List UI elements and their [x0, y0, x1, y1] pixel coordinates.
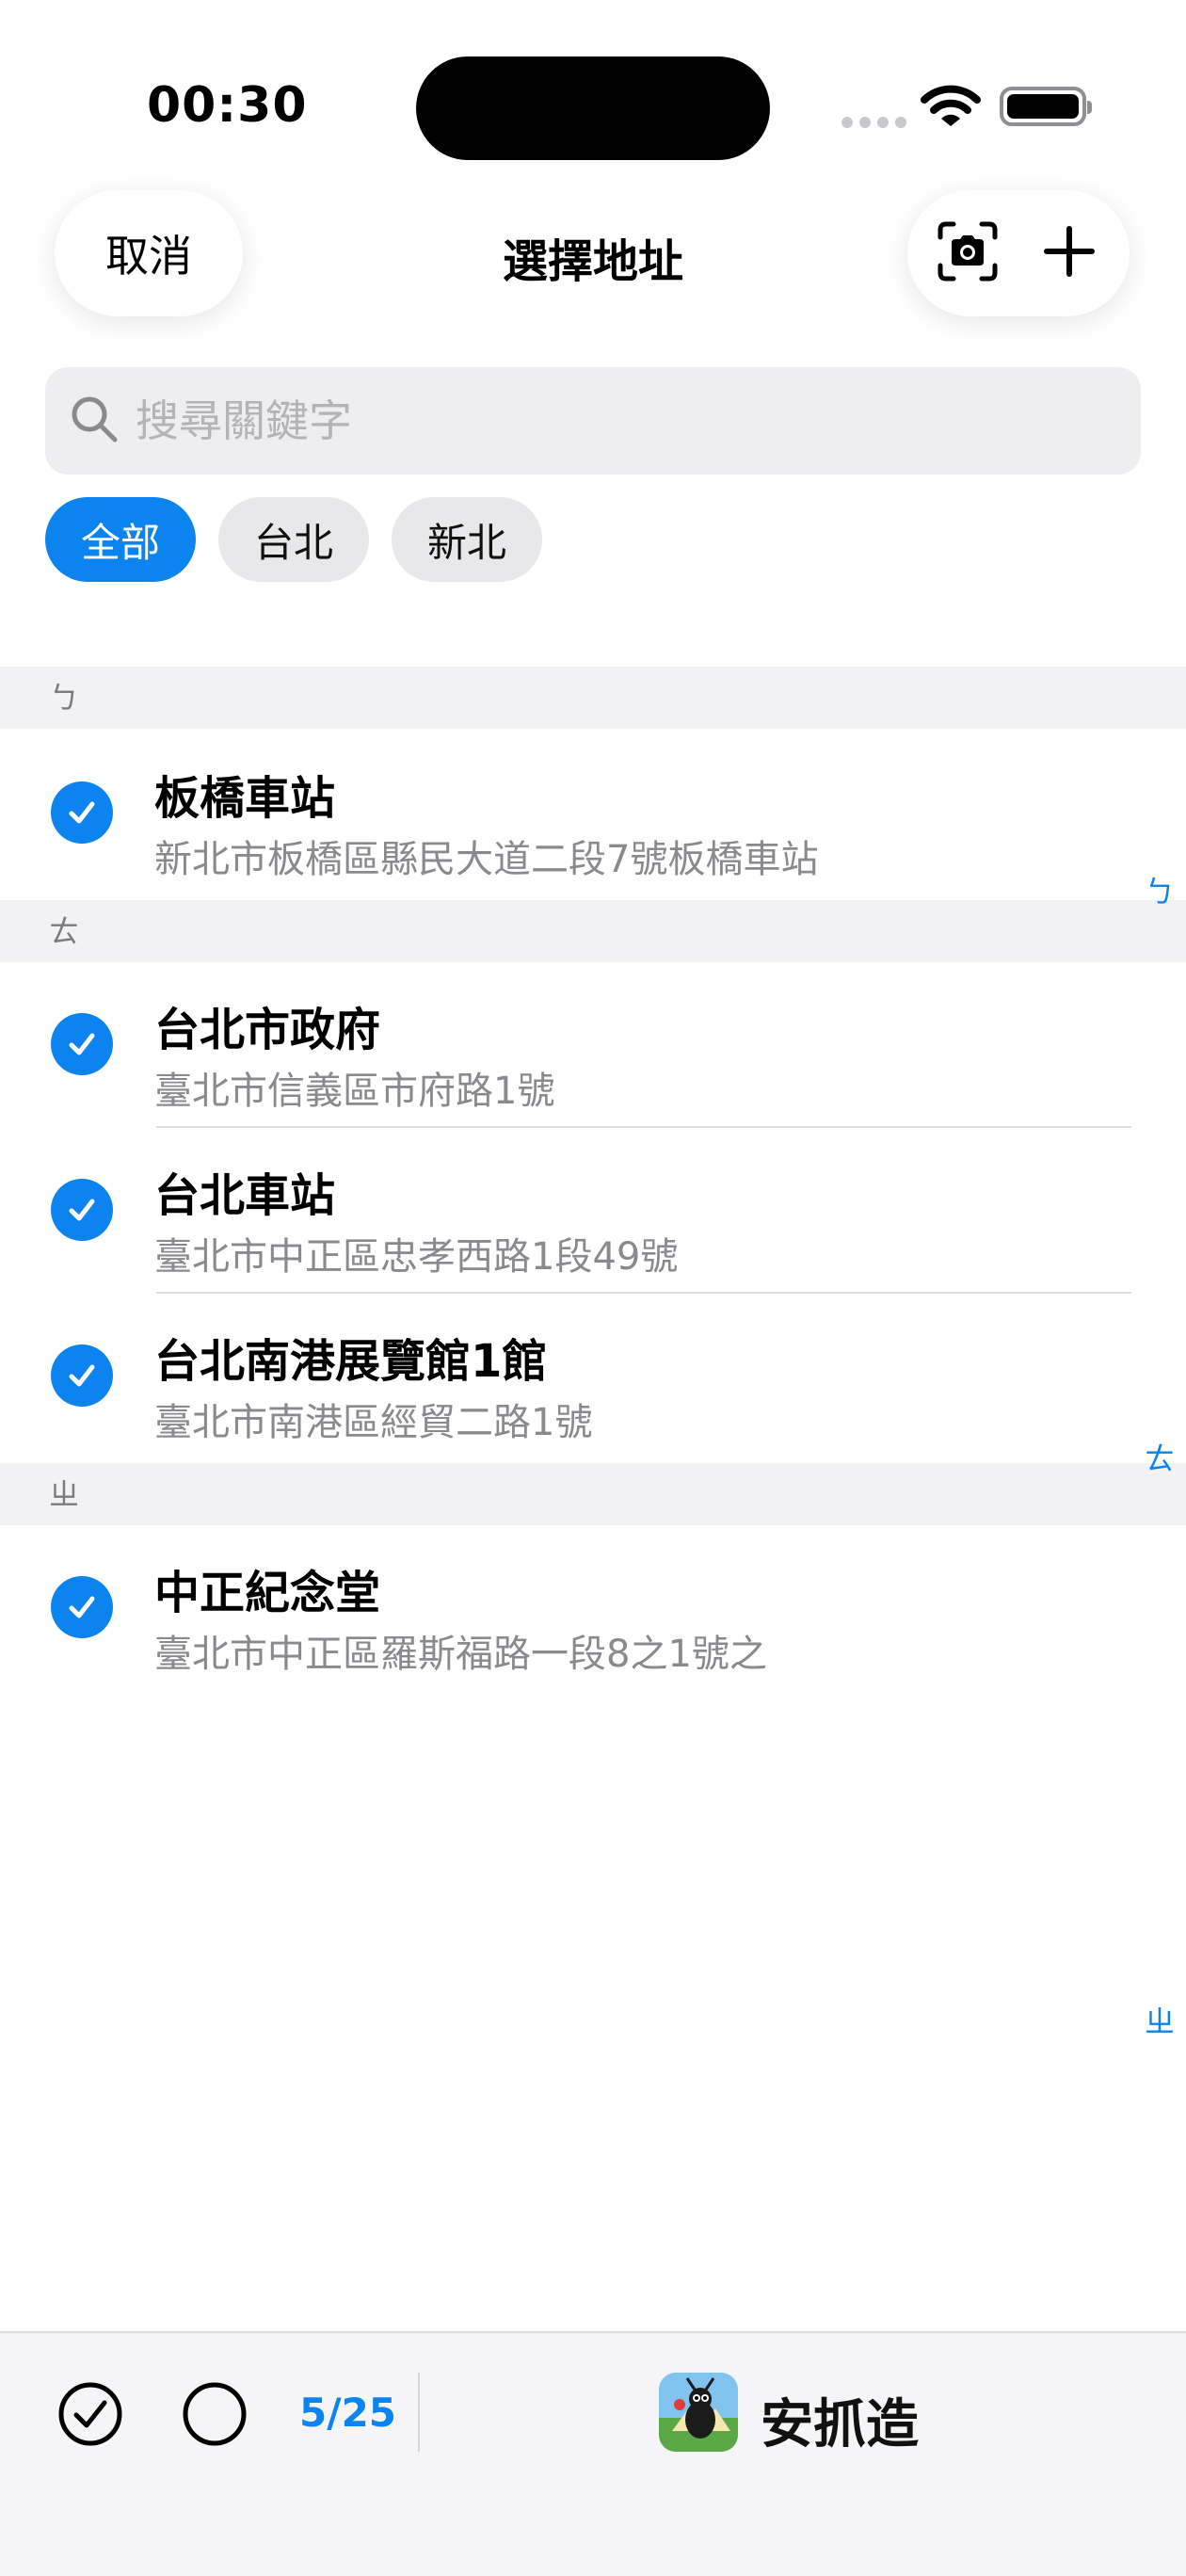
address-name: 台北南港展覽館1館: [154, 1335, 548, 1388]
plus-icon: [1041, 223, 1098, 283]
address-detail: 臺北市南港區經貿二路1號: [154, 1401, 593, 1444]
section-index-item[interactable]: ㄊ: [1145, 1435, 1175, 1478]
cancel-button[interactable]: 取消: [55, 190, 243, 316]
filter-chip-all[interactable]: 全部: [45, 497, 197, 582]
add-address-button[interactable]: [1027, 211, 1112, 296]
cellular-signal-icon: [841, 117, 906, 128]
nav-actions: [907, 190, 1130, 316]
camera-scan-icon: [935, 218, 1001, 288]
row-divider: [156, 1126, 1131, 1128]
section-header: ㄓ: [0, 1463, 1186, 1525]
battery-icon: [1000, 87, 1092, 126]
search-icon: [68, 393, 120, 449]
address-name: 台北車站: [154, 1169, 336, 1222]
address-detail: 臺北市中正區羅斯福路一段8之1號之: [154, 1633, 767, 1676]
app-logo-icon: [659, 2373, 738, 2452]
address-detail: 臺北市中正區忠孝西路1段49號: [154, 1235, 679, 1279]
section-header: ㄅ: [0, 667, 1186, 729]
filter-chip-taipei[interactable]: 台北: [218, 497, 370, 582]
section-index-item[interactable]: ㄅ: [1145, 868, 1175, 911]
filter-chips: 全部 台北 新北: [45, 497, 543, 582]
address-row[interactable]: 台北市政府 臺北市信義區市府路1號: [0, 964, 1186, 1128]
address-detail: 新北市板橋區縣民大道二段7號板橋車站: [154, 838, 819, 881]
address-name: 板橋車站: [154, 772, 336, 825]
status-time: 00:30: [147, 77, 308, 134]
address-name: 中正紀念堂: [154, 1567, 381, 1619]
checkmark-circle-icon[interactable]: [51, 1344, 113, 1407]
deselect-all-button[interactable]: [181, 2380, 248, 2448]
address-detail: 臺北市信義區市府路1號: [154, 1070, 555, 1113]
brand-name: 安抓造: [761, 2394, 919, 2455]
checkmark-circle-icon[interactable]: [51, 781, 113, 844]
checkmark-circle-icon: [56, 2382, 124, 2452]
dynamic-island: [416, 56, 770, 160]
camera-scan-button[interactable]: [925, 211, 1010, 296]
search-input[interactable]: [134, 394, 985, 447]
checkmark-circle-icon[interactable]: [51, 1013, 113, 1075]
empty-circle-icon: [181, 2382, 248, 2452]
page-title: 選擇地址: [502, 235, 683, 288]
selection-count: 5/25: [299, 2390, 397, 2436]
section-index-item[interactable]: ㄓ: [1145, 1998, 1175, 2041]
checkmark-circle-icon[interactable]: [51, 1179, 113, 1241]
address-row[interactable]: 台北南港展覽館1館 臺北市南港區經貿二路1號: [0, 1296, 1186, 1459]
row-divider: [156, 1292, 1131, 1294]
section-header: ㄊ: [0, 900, 1186, 962]
select-all-button[interactable]: [56, 2380, 124, 2448]
filter-chip-new-taipei[interactable]: 新北: [392, 497, 543, 582]
wifi-icon: [921, 85, 981, 134]
address-row[interactable]: 中正紀念堂 臺北市中正區羅斯福路一段8之1號之: [0, 1527, 1186, 1691]
address-row[interactable]: 台北車站 臺北市中正區忠孝西路1段49號: [0, 1130, 1186, 1294]
address-row[interactable]: 板橋車站 新北市板橋區縣民大道二段7號板橋車站: [0, 733, 1186, 896]
bottom-toolbar: [0, 2331, 1186, 2576]
search-bar: [45, 367, 1141, 475]
checkmark-circle-icon[interactable]: [51, 1576, 113, 1638]
toolbar-divider: [418, 2373, 420, 2452]
address-name: 台北市政府: [154, 1004, 381, 1056]
